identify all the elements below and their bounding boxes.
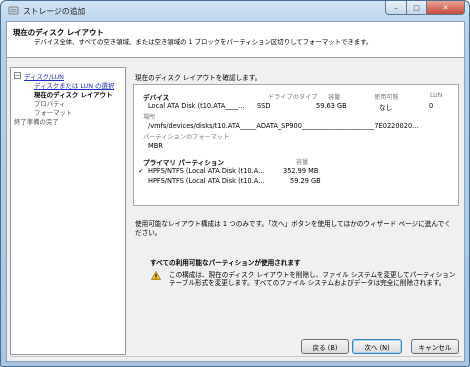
device-drive-type: SSD [257, 102, 271, 110]
back-button[interactable]: 戻る (B) [301, 339, 349, 354]
step-properties: プロパティ [34, 100, 66, 108]
warning-title: すべての利用可能なパーティションが使用されます [150, 259, 301, 267]
layout-note: 使用可能なレイアウト構成は 1 つのみです。「次へ」ボタンを使用してほかのウィザ… [135, 220, 451, 237]
warning-text: この構成は、現在のディスク レイアウトを削除し、ファイル システムを変更してパー… [169, 271, 456, 287]
collapse-toggle-icon[interactable]: − [14, 72, 21, 79]
storage-icon [8, 6, 19, 15]
col-drive-type: ドライブのタイプ [268, 94, 318, 101]
warning-icon [151, 271, 161, 280]
device-lun: 0 [429, 102, 434, 110]
window-controls: – □ ✕ [385, 1, 465, 15]
next-button[interactable]: 次へ (N) [352, 339, 402, 354]
device-location: /vmfs/devices/disks/t10.ATA_____ADATA_SP… [148, 122, 419, 130]
close-button[interactable]: ✕ [427, 1, 465, 15]
partition-row-capacity: 352.99 MB [283, 167, 319, 175]
step-disk-lun[interactable]: ディスク/LUN [24, 72, 64, 81]
maximize-button[interactable]: □ [407, 1, 427, 15]
col-available: 使用可能 [374, 94, 399, 101]
partition-row-name: HPFS/NTFS (Local ATA Disk (t10.A... [148, 177, 265, 185]
step-ready-to-complete: 終了準備の完了 [14, 118, 59, 126]
partition-format-label: パーティションのフォーマット [143, 134, 230, 141]
wizard-body: 現在のディスク レイアウト デバイス全体、すべての空き領域、または空き領域の 1… [6, 21, 465, 362]
device-name: Local ATA Disk (t10.ATA____... [148, 102, 245, 110]
col-partition-capacity: 容量 [296, 159, 309, 166]
device-heading: デバイス [143, 94, 170, 102]
device-capacity: 59.63 GB [316, 102, 347, 110]
window-title: ストレージの追加 [23, 7, 86, 16]
device-available: なし [379, 104, 393, 112]
minimize-button[interactable]: – [385, 1, 407, 15]
footer-divider [10, 356, 462, 357]
partition-row-name: HPFS/NTFS (Local ATA Disk (t10.A... [148, 167, 265, 175]
location-label: 場所 [143, 114, 156, 121]
page-description: デバイス全体、すべての空き領域、または空き領域の 1 ブロックをパーティション区… [34, 38, 373, 46]
step-format: フォーマット [34, 109, 73, 117]
step-current-layout[interactable]: 現在のディスク レイアウト [34, 90, 112, 99]
wizard-header: 現在のディスク レイアウト デバイス全体、すべての空き領域、または空き領域の 1… [7, 22, 464, 58]
title-bar[interactable]: ストレージの追加 – □ ✕ [1, 1, 469, 21]
primary-partitions-heading: プライマリ パーティション [143, 159, 225, 167]
col-lun: LUN [430, 92, 443, 99]
partition-format-value: MBR [148, 142, 163, 150]
add-storage-window: ストレージの追加 – □ ✕ 現在のディスク レイアウト デバイス全体、すべての… [0, 0, 470, 367]
col-capacity: 容量 [328, 94, 341, 101]
check-icon: ✓ [138, 167, 144, 175]
partition-row-capacity: 59.29 GB [290, 177, 321, 185]
step-select-disk[interactable]: ディスクまたは LUN の選択 [34, 81, 114, 90]
wizard-steps-panel: − ディスク/LUN ディスクまたは LUN の選択 現在のディスク レイアウト… [10, 67, 126, 355]
disk-layout-panel: デバイス ドライブのタイプ 容量 使用可能 LUN Local ATA Disk… [133, 84, 459, 206]
cancel-button[interactable]: キャンセル [411, 339, 459, 354]
main-intro: 現在のディスク レイアウトを確認します。 [135, 74, 262, 82]
